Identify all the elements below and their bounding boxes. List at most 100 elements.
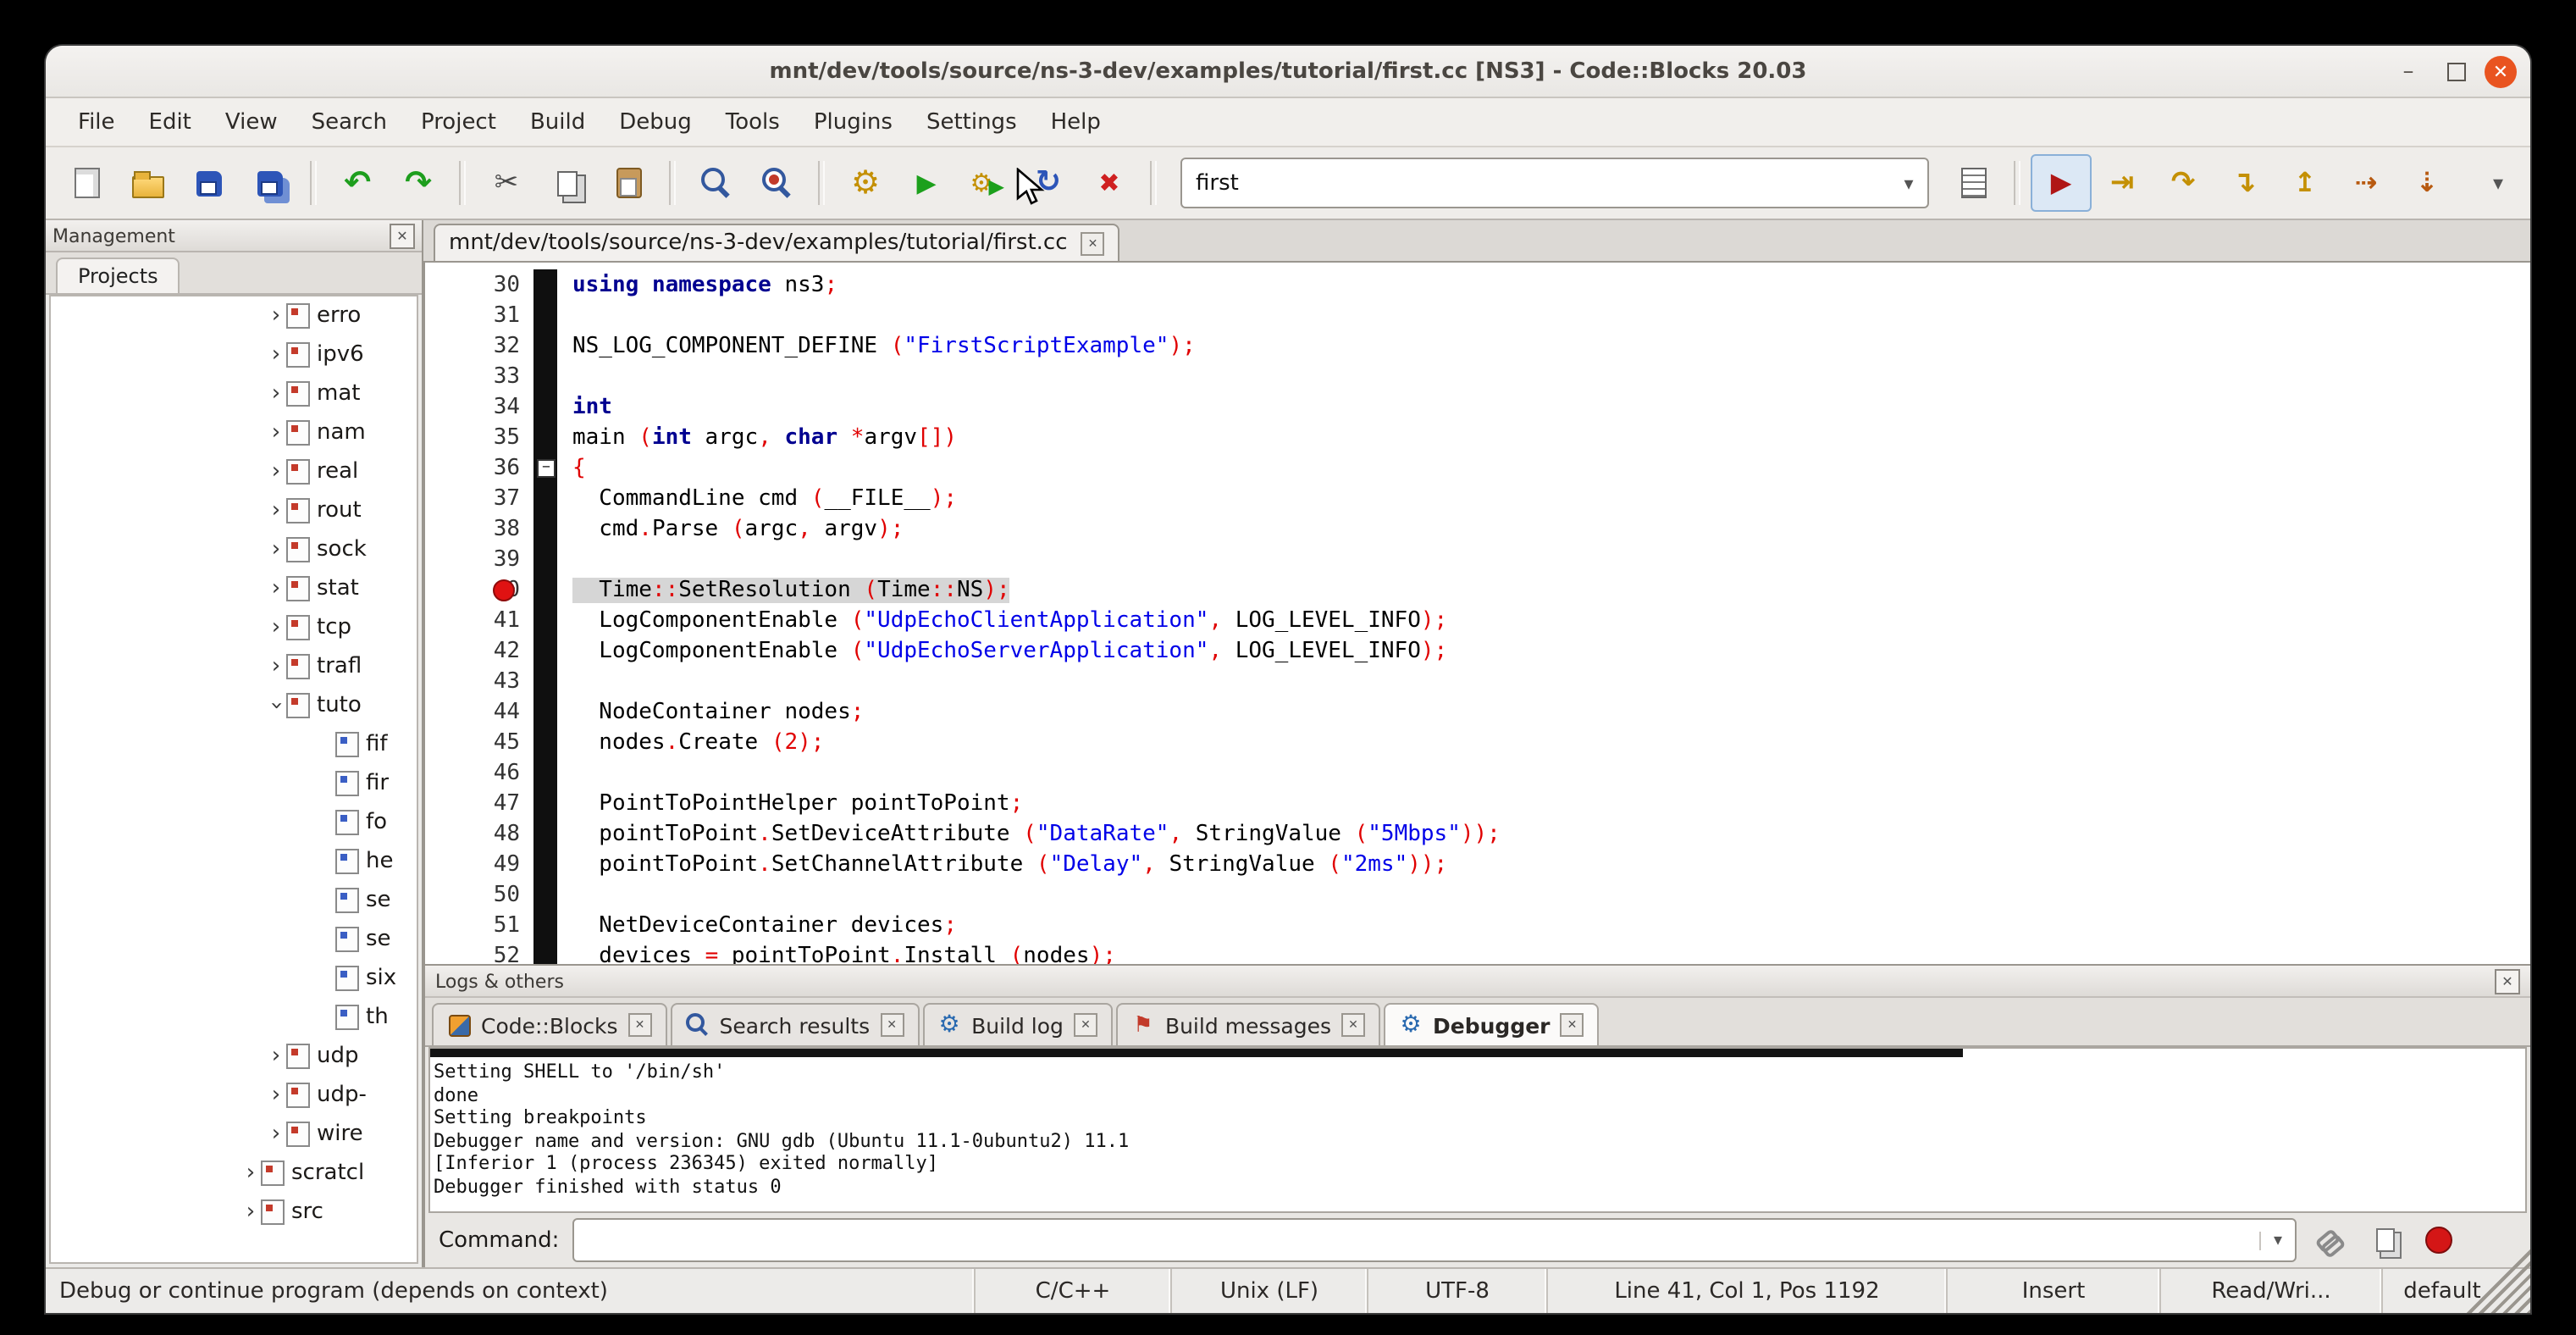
menu-help[interactable]: Help [1036, 104, 1116, 140]
command-history-chevron-icon[interactable]: ▾ [2259, 1231, 2295, 1249]
step-out-button[interactable] [2275, 154, 2336, 212]
tree-item-ipv6[interactable]: ›ipv6 [51, 335, 417, 374]
menu-settings[interactable]: Settings [911, 104, 1032, 140]
step-into-instruction-button[interactable] [2396, 154, 2457, 212]
fold-marker-icon[interactable]: − [537, 458, 556, 477]
tree-item-nam[interactable]: ›nam [51, 413, 417, 452]
tree-item-wire[interactable]: ›wire [51, 1115, 417, 1154]
menu-search[interactable]: Search [296, 104, 402, 140]
find-button[interactable] [686, 154, 747, 212]
code-line-38[interactable]: 38 cmd.Parse (argc, argv); [425, 513, 2530, 544]
copy-button[interactable] [537, 154, 598, 212]
menu-edit[interactable]: Edit [134, 104, 207, 140]
chevron-collapsed-icon[interactable]: › [266, 1083, 286, 1108]
menu-project[interactable]: Project [406, 104, 511, 140]
step-into-button[interactable] [2214, 154, 2275, 212]
tree-item-fo[interactable]: fo [51, 803, 417, 842]
code-line-42[interactable]: 42 LogComponentEnable ("UdpEchoServerApp… [425, 635, 2530, 666]
title-bar[interactable]: mnt/dev/tools/source/ns-3-dev/examples/t… [46, 46, 2530, 98]
menu-view[interactable]: View [210, 104, 293, 140]
open-button[interactable] [117, 154, 178, 212]
project-tree[interactable]: ›erro›ipv6›mat›nam›real›rout›sock›stat›t… [49, 295, 418, 1264]
undo-button[interactable] [327, 154, 388, 212]
editor-tab-close-icon[interactable]: ✕ [1081, 231, 1105, 255]
logs-tab-close-icon[interactable]: ✕ [1341, 1013, 1365, 1037]
code-line-36[interactable]: 36−{ [425, 452, 2530, 483]
logs-tab-close-icon[interactable]: ✕ [1561, 1013, 1584, 1037]
next-instruction-button[interactable] [2336, 154, 2396, 212]
tree-item-scratcl[interactable]: ›scratcl [51, 1154, 417, 1193]
tree-item-th[interactable]: th [51, 998, 417, 1037]
menu-file[interactable]: File [63, 104, 130, 140]
chevron-collapsed-icon[interactable]: › [266, 1122, 286, 1147]
code-line-30[interactable]: 30using namespace ns3; [425, 269, 2530, 300]
code-line-47[interactable]: 47 PointToPointHelper pointToPoint; [425, 788, 2530, 818]
build-and-run-button[interactable] [957, 154, 1018, 212]
combo-chevron-down-icon[interactable]: ▾ [1890, 172, 1927, 194]
replace-button[interactable] [747, 154, 808, 212]
close-button[interactable]: ✕ [2485, 55, 2517, 87]
tree-item-rout[interactable]: ›rout [51, 491, 417, 530]
code-line-31[interactable]: 31 [425, 300, 2530, 330]
code-line-50[interactable]: 50 [425, 879, 2530, 910]
chevron-collapsed-icon[interactable]: › [266, 303, 286, 329]
tree-item-mat[interactable]: ›mat [51, 374, 417, 413]
search-target-input[interactable] [1182, 170, 1890, 196]
build-button[interactable] [835, 154, 896, 212]
cut-button[interactable] [476, 154, 537, 212]
logs-close-icon[interactable]: ✕ [2495, 968, 2520, 994]
code-line-39[interactable]: 39 [425, 544, 2530, 574]
editor-tab-firstcc[interactable]: mnt/dev/tools/source/ns-3-dev/examples/t… [434, 224, 1120, 261]
chevron-collapsed-icon[interactable]: › [240, 1199, 261, 1225]
copy-log-button[interactable] [2364, 1220, 2405, 1260]
report-button[interactable] [1943, 154, 2004, 212]
code-editor[interactable]: 30using namespace ns3;3132NS_LOG_COMPONE… [423, 263, 2530, 964]
tree-item-udp[interactable]: ›udp [51, 1037, 417, 1076]
chevron-collapsed-icon[interactable]: › [266, 342, 286, 368]
tree-item-tuto[interactable]: ›tuto [51, 686, 417, 725]
tree-item-six[interactable]: six [51, 959, 417, 998]
breakpoint-icon[interactable] [493, 579, 515, 601]
code-line-48[interactable]: 48 pointToPoint.SetDeviceAttribute ("Dat… [425, 818, 2530, 849]
code-line-37[interactable]: 37 CommandLine cmd (__FILE__); [425, 483, 2530, 513]
command-input[interactable] [574, 1228, 2259, 1252]
logs-tab-build-log[interactable]: Build log✕ [922, 1003, 1113, 1045]
tree-item-fif[interactable]: fif [51, 725, 417, 764]
tree-item-se[interactable]: se [51, 881, 417, 920]
tree-item-he[interactable]: he [51, 842, 417, 881]
tree-item-tcp[interactable]: ›tcp [51, 608, 417, 647]
rebuild-button[interactable] [1018, 154, 1079, 212]
chevron-collapsed-icon[interactable]: › [266, 615, 286, 640]
chevron-collapsed-icon[interactable]: › [266, 537, 286, 562]
chevron-collapsed-icon[interactable]: › [266, 654, 286, 679]
run-to-cursor-button[interactable] [2092, 154, 2153, 212]
menu-tools[interactable]: Tools [710, 104, 795, 140]
minimize-button[interactable]: – [2390, 53, 2427, 90]
menu-debug[interactable]: Debug [604, 104, 707, 140]
tree-item-fir[interactable]: fir [51, 764, 417, 803]
code-line-35[interactable]: 35main (int argc, char *argv[]) [425, 422, 2530, 452]
tree-item-src[interactable]: ›src [51, 1193, 417, 1232]
redo-button[interactable] [388, 154, 449, 212]
code-line-45[interactable]: 45 nodes.Create (2); [425, 727, 2530, 757]
tree-item-erro[interactable]: ›erro [51, 296, 417, 335]
code-line-33[interactable]: 33 [425, 361, 2530, 391]
code-line-44[interactable]: 44 NodeContainer nodes; [425, 696, 2530, 727]
debug-continue-button[interactable] [2031, 154, 2092, 212]
chevron-collapsed-icon[interactable]: › [266, 1044, 286, 1069]
menu-plugins[interactable]: Plugins [799, 104, 908, 140]
code-line-34[interactable]: 34int [425, 391, 2530, 422]
paste-button[interactable] [598, 154, 659, 212]
link-button[interactable] [2310, 1220, 2351, 1260]
code-line-41[interactable]: 41 LogComponentEnable ("UdpEchoClientApp… [425, 605, 2530, 635]
logs-tab-code-blocks[interactable]: Code::Blocks✕ [432, 1003, 667, 1045]
code-line-49[interactable]: 49 pointToPoint.SetChannelAttribute ("De… [425, 849, 2530, 879]
chevron-collapsed-icon[interactable]: › [240, 1161, 261, 1186]
logs-tab-debugger[interactable]: Debugger✕ [1384, 1003, 1600, 1045]
logs-tab-close-icon[interactable]: ✕ [880, 1013, 904, 1037]
abort-build-button[interactable] [1079, 154, 1140, 212]
debugger-log-area[interactable]: Setting SHELL to '/bin/sh'doneSetting br… [428, 1047, 2527, 1213]
logs-tab-search-results[interactable]: Search results✕ [671, 1003, 920, 1045]
logs-tab-close-icon[interactable]: ✕ [1074, 1013, 1097, 1037]
code-line-40[interactable]: 40 Time::SetResolution (Time::NS); [425, 574, 2530, 605]
